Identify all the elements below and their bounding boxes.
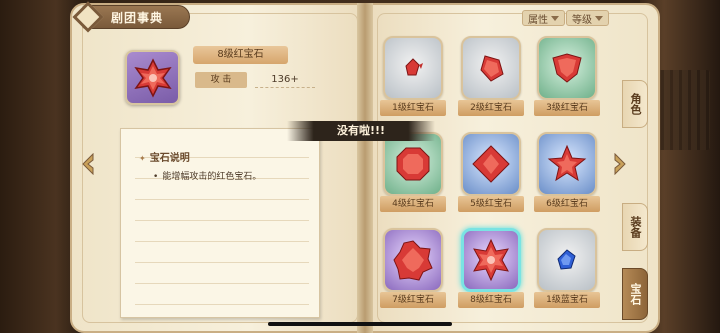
gem-label: 4级红宝石 xyxy=(380,196,446,212)
gem-frame xyxy=(383,228,443,292)
filter-attribute-label: 属性 xyxy=(528,14,548,26)
tab-gem[interactable]: 宝石 xyxy=(622,268,648,320)
page-title: 剧团事典 xyxy=(111,10,164,25)
gem-label: 5级红宝石 xyxy=(458,196,524,212)
gem-label: 1级红宝石 xyxy=(380,100,446,116)
home-indicator-bar[interactable] xyxy=(268,322,452,326)
gem-frame-selected xyxy=(461,228,521,292)
gem-cell-3[interactable]: 3级红宝石 xyxy=(534,36,600,118)
sapphire-small-icon xyxy=(557,249,576,270)
ruby-heptagon-icon xyxy=(393,240,433,281)
gem-label: 7级红宝石 xyxy=(380,292,446,308)
tab-equipment[interactable]: 装备 xyxy=(622,203,648,251)
chevron-down-icon xyxy=(595,15,603,21)
prev-page-arrow[interactable] xyxy=(81,152,95,176)
gem-cell-7[interactable]: 7级红宝石 xyxy=(380,228,446,310)
tab-character[interactable]: 角色 xyxy=(622,80,648,128)
filter-level-dropdown[interactable]: 等级 xyxy=(566,10,609,26)
filter-attribute-dropdown[interactable]: 属性 xyxy=(522,10,565,26)
gem-cell-6[interactable]: 6级红宝石 xyxy=(534,132,600,214)
gem-name-banner: 8级红宝石 xyxy=(193,46,288,64)
gem-label: 6级红宝石 xyxy=(534,196,600,212)
gem-label: 3级红宝石 xyxy=(534,100,600,116)
chevron-right-icon xyxy=(614,152,626,176)
gem-cell-4[interactable]: 4级红宝石 xyxy=(380,132,446,214)
background-bookshelf xyxy=(655,70,710,150)
background-left xyxy=(0,0,80,333)
ruby-star-icon xyxy=(133,57,172,98)
gem-frame xyxy=(537,132,597,196)
gem-label: 8级红宝石 xyxy=(458,292,524,308)
gem-cell-5[interactable]: 5级红宝石 xyxy=(458,132,524,214)
description-card: 宝石说明 能增幅攻击的红色宝石。 xyxy=(120,128,320,318)
toast-message: 没有啦!!! xyxy=(287,121,435,141)
description-title: 宝石说明 xyxy=(139,149,190,164)
ruby-star-icon xyxy=(547,144,587,182)
gem-frame xyxy=(383,36,443,100)
description-text: 能增幅攻击的红色宝石。 xyxy=(153,169,261,182)
chevron-down-icon xyxy=(551,15,559,21)
gem-cell-2[interactable]: 2级红宝石 xyxy=(458,36,524,118)
ruby-shield-icon xyxy=(552,53,582,83)
book-spine xyxy=(357,3,373,333)
ruby-small-icon xyxy=(405,58,423,76)
gem-frame xyxy=(383,132,443,196)
gem-label: 1级蓝宝石 xyxy=(534,292,600,308)
ruby-octagon-icon xyxy=(396,147,430,181)
stat-value: 136+ xyxy=(255,72,315,88)
gem-frame xyxy=(461,132,521,196)
next-page-arrow[interactable] xyxy=(613,152,627,176)
gem-frame xyxy=(537,36,597,100)
gem-cell-8-selected[interactable]: 8级红宝石 xyxy=(458,228,524,310)
chevron-left-icon xyxy=(82,152,94,176)
ruby-star8-icon xyxy=(473,238,509,282)
gem-label: 2级红宝石 xyxy=(458,100,524,116)
ruby-diamond-icon xyxy=(480,55,504,82)
selected-gem-icon xyxy=(125,50,180,105)
ruby-square-icon xyxy=(472,145,510,183)
gem-frame xyxy=(537,228,597,292)
gem-cell-9[interactable]: 1级蓝宝石 xyxy=(534,228,600,310)
gem-frame xyxy=(461,36,521,100)
back-title-button[interactable]: 剧团事典 xyxy=(72,1,190,33)
gem-cell-1[interactable]: 1级红宝石 xyxy=(380,36,446,118)
stat-label: 攻 击 xyxy=(195,72,247,88)
filter-level-label: 等级 xyxy=(572,14,592,26)
